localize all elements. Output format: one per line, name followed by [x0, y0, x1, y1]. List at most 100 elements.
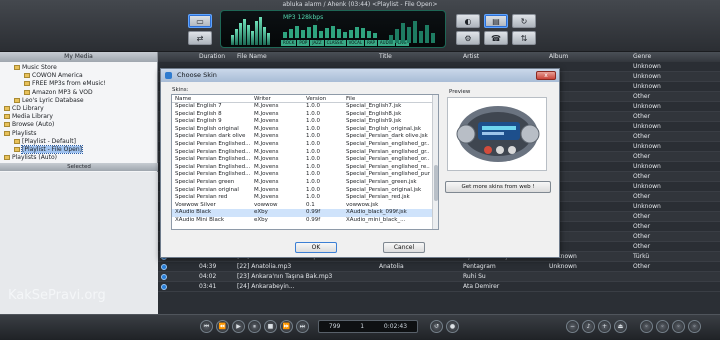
spectrum-bar	[425, 25, 429, 43]
stop-button[interactable]: ■	[264, 320, 277, 333]
tree-item[interactable]: Leo's Lyric Database	[14, 97, 84, 104]
tree-item[interactable]: COWON America	[24, 72, 83, 79]
vu-bar	[251, 31, 254, 45]
skin-row[interactable]: Special Persian Englished... M.Jovens 1.0.…	[172, 171, 438, 179]
mute-button[interactable]: ♪	[582, 320, 595, 333]
col-title[interactable]: Title	[376, 52, 460, 62]
col-skin-file[interactable]: File	[346, 95, 430, 102]
volume-down-button[interactable]: −	[566, 320, 579, 333]
skin-version: 1.0.0	[306, 125, 320, 132]
tree-item[interactable]: [Playlist - Default]	[14, 138, 76, 145]
volume-up-button[interactable]: +	[598, 320, 611, 333]
skin-row[interactable]: Special Persian red M.Jovens 1.0.0 Special_…	[172, 194, 438, 202]
preview-label: Preview	[449, 89, 471, 95]
view-mode-button[interactable]: ▭	[188, 14, 212, 28]
eq-genre-tab[interactable]: CLASSIC	[324, 40, 346, 46]
eq-genre-tab[interactable]: RAP	[365, 40, 377, 46]
ok-button[interactable]: OK	[295, 242, 337, 253]
tree-item-label: Playlists	[12, 129, 37, 137]
skin-row[interactable]: Special English 9 M.Jovens 1.0.0 Special_En…	[172, 118, 438, 126]
skin-row[interactable]: Special Persian dark olive M.Jovens 1.0.0 S…	[172, 133, 438, 141]
skin-row[interactable]: XAudio Mini Black eXby 0.99f XAudio_mini_bl…	[172, 217, 438, 225]
tree-item[interactable]: CD Library	[4, 105, 44, 112]
skin-row[interactable]: Special Persian Englished... M.Jovens 1.0.…	[172, 149, 438, 157]
skin-row[interactable]: Special English 7 M.Jovens 1.0.0 Special_En…	[172, 103, 438, 111]
skin-row[interactable]: Special Persian Englished... M.Jovens 1.0.…	[172, 164, 438, 172]
table-row[interactable]: 04:02 [23] Ankara'nın Taşına Bak.mp3 Ruhi …	[158, 272, 720, 282]
vu-bar	[239, 23, 242, 45]
forward-button[interactable]: ⏩	[280, 320, 293, 333]
col-icon	[158, 52, 196, 62]
sidebar-header: My Media	[0, 52, 157, 62]
col-skin-version[interactable]: Version	[306, 95, 346, 102]
tools-button[interactable]: ⚙	[456, 31, 480, 45]
shuffle-button[interactable]: ⇄	[188, 31, 212, 45]
mode-b-button[interactable]: ◦	[656, 320, 669, 333]
skin-row[interactable]: Special Persian original M.Jovens 1.0.0 Spe…	[172, 187, 438, 195]
table-row[interactable]: 04:39 [22] Anatolia.mp3 Anatolia Pentagram U…	[158, 262, 720, 272]
skin-row[interactable]: Special English original M.Jovens 1.0.0 Spe…	[172, 126, 438, 134]
col-file-name[interactable]: File Name	[234, 52, 376, 62]
dsp-button[interactable]: ◐	[456, 14, 480, 28]
tree-item[interactable]: Amazon MP3 & VOD	[24, 89, 93, 96]
scrollbar-thumb[interactable]	[434, 165, 438, 201]
sync-button[interactable]: ↻	[512, 14, 536, 28]
play-button[interactable]: ▶	[232, 320, 245, 333]
eq-genre-tab[interactable]: ROCK	[281, 40, 297, 46]
rewind-button[interactable]: ⏪	[216, 320, 229, 333]
tree-item[interactable]: Playlists (Auto)	[4, 154, 57, 161]
pause-button[interactable]: ⏸	[248, 320, 261, 333]
eject-button[interactable]: ⏏	[614, 320, 627, 333]
row-genre: Unknown	[633, 163, 661, 170]
phone-button[interactable]: ☎	[484, 31, 508, 45]
tree-item[interactable]: [Playlist - File Open]	[14, 145, 83, 154]
skin-row[interactable]: Vowwow Silver vowwow 0.1 vowwow.jsk	[172, 202, 438, 210]
convert-button[interactable]: ⇅	[512, 31, 536, 45]
col-genre[interactable]: Genre	[630, 52, 720, 62]
prev-button[interactable]: ⏮	[200, 320, 213, 333]
tree-item[interactable]: Browse (Auto)	[4, 121, 54, 128]
cancel-button[interactable]: Cancel	[383, 242, 425, 253]
col-album[interactable]: Album	[546, 52, 630, 62]
skin-row[interactable]: Special English 8 M.Jovens 1.0.0 Special_En…	[172, 111, 438, 119]
mode-d-button[interactable]: ◦	[688, 320, 701, 333]
close-button[interactable]: x	[536, 71, 556, 80]
col-skin-writer[interactable]: Writer	[254, 95, 306, 102]
skin-file: XAudio_mini_black_...	[346, 216, 406, 223]
vu-bar	[259, 17, 262, 45]
eq-genre-tab[interactable]: POP	[297, 40, 310, 46]
skins-list[interactable]: Name Writer Version File Special English…	[171, 94, 439, 230]
mode-a-icon: ◦	[644, 323, 649, 330]
skin-file: Special_English7.jsk	[346, 103, 402, 109]
col-artist[interactable]: Artist	[460, 52, 546, 62]
skin-writer: M.Jovens	[254, 140, 279, 147]
row-file-name: [23] Ankara'nın Taşına Bak.mp3	[237, 273, 333, 280]
library-button[interactable]: ▤	[484, 14, 508, 28]
mode-a-button[interactable]: ◦	[640, 320, 653, 333]
skin-row[interactable]: XAudio Black eXby 0.99f XAudio_black_099f.j…	[172, 209, 438, 217]
tree-item[interactable]: Playlists	[4, 130, 36, 137]
skin-file: Special_Persian_englished_gr...	[346, 148, 430, 155]
tree-item[interactable]: Media Library	[4, 113, 53, 120]
skin-name: Special Persian Englished...	[175, 148, 251, 155]
col-duration[interactable]: Duration	[196, 52, 234, 62]
skin-row[interactable]: Special Persian Englished... M.Jovens 1.0.…	[172, 156, 438, 164]
eq-genre-tab[interactable]: VOCAL	[346, 40, 365, 46]
skin-row[interactable]: Special Persian Englished... M.Jovens 1.0.…	[172, 141, 438, 149]
tree-item[interactable]: Music Store	[14, 64, 57, 71]
choose-skin-dialog: Choose Skin x Skins: Name Writer Version…	[160, 68, 560, 258]
seek-slider[interactable]: ●	[446, 320, 459, 333]
skin-row[interactable]: Special Persian green M.Jovens 1.0.0 Specia…	[172, 179, 438, 187]
skins-scrollbar[interactable]	[432, 95, 438, 229]
folder-icon	[14, 147, 20, 152]
eq-genre-tab[interactable]: JAZZ	[310, 40, 324, 46]
next-button[interactable]: ⏭	[296, 320, 309, 333]
mode-c-button[interactable]: ◦	[672, 320, 685, 333]
tree-item[interactable]: FREE MP3s from eMusic!	[24, 80, 106, 87]
tools-icon: ⚙	[464, 33, 472, 43]
table-row[interactable]: 03:41 [24] Ankarabeyin... Ata Demirer	[158, 282, 720, 292]
col-skin-name[interactable]: Name	[172, 95, 254, 102]
row-genre: Other	[633, 133, 651, 140]
get-more-skins-button[interactable]: Get more skins from web !	[445, 181, 551, 193]
repeat-button[interactable]: ↺	[430, 320, 443, 333]
